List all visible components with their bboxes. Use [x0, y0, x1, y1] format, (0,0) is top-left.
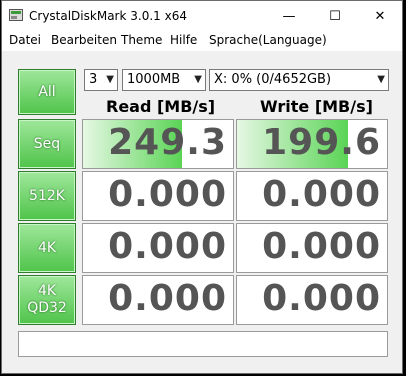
4k-read-value: 0.000: [108, 226, 227, 267]
4k-qd32-write-value: 0.000: [262, 278, 381, 319]
minimize-button[interactable]: —: [266, 1, 312, 31]
4k-qd32-test-button[interactable]: 4K QD32: [18, 275, 76, 325]
drive-select[interactable]: X: 0% (0/4652GB) ▼: [209, 69, 389, 91]
512k-test-button[interactable]: 512K: [18, 171, 76, 221]
4k-write-cell: 0.000: [236, 223, 388, 273]
chevron-down-icon: ▼: [377, 74, 385, 85]
title-bar[interactable]: CrystalDiskMark 3.0.1 x64 — ☐ ✕: [2, 1, 402, 31]
menu-hilfe[interactable]: Hilfe: [170, 33, 197, 47]
menu-sprache[interactable]: Sprache(Language): [209, 33, 327, 47]
drive-value: X: 0% (0/4652GB): [214, 72, 332, 87]
chevron-down-icon: ▼: [106, 74, 114, 85]
4k-test-button[interactable]: 4K: [18, 223, 76, 273]
seq-test-button[interactable]: Seq: [18, 119, 76, 169]
seq-label: Seq: [33, 135, 61, 152]
seq-write-value: 199.6: [262, 122, 381, 163]
seq-read-value: 249.3: [108, 122, 227, 163]
test-size-value: 1000MB: [127, 72, 181, 87]
4k-qd32-read-cell: 0.000: [82, 275, 234, 325]
status-bar: [18, 331, 388, 357]
app-window: CrystalDiskMark 3.0.1 x64 — ☐ ✕ Datei Be…: [1, 0, 403, 374]
test-count-select[interactable]: 3 ▼: [84, 69, 118, 91]
app-icon: [9, 9, 23, 21]
all-button[interactable]: All: [18, 69, 76, 115]
menu-theme[interactable]: Theme: [121, 33, 162, 47]
test-count-value: 3: [89, 72, 98, 87]
seq-write-cell: 199.6: [236, 119, 388, 169]
menu-bar: Datei Bearbeiten Theme Hilfe Sprache(Lan…: [2, 31, 402, 51]
4k-qd32-label: 4K QD32: [27, 283, 67, 316]
maximize-button[interactable]: ☐: [312, 1, 358, 31]
4k-write-value: 0.000: [262, 226, 381, 267]
512k-write-value: 0.000: [262, 174, 381, 215]
512k-read-cell: 0.000: [82, 171, 234, 221]
chevron-down-icon: ▼: [194, 74, 202, 85]
window-title: CrystalDiskMark 3.0.1 x64: [29, 9, 187, 23]
test-size-select[interactable]: 1000MB ▼: [122, 69, 206, 91]
read-header: Read [MB/s]: [106, 97, 216, 116]
write-header: Write [MB/s]: [260, 97, 373, 116]
4k-read-cell: 0.000: [82, 223, 234, 273]
4k-qd32-write-cell: 0.000: [236, 275, 388, 325]
menu-datei[interactable]: Datei: [9, 33, 41, 47]
4k-qd32-read-value: 0.000: [108, 278, 227, 319]
512k-write-cell: 0.000: [236, 171, 388, 221]
512k-label: 512K: [29, 187, 65, 204]
4k-label: 4K: [37, 239, 57, 256]
menu-bearbeiten[interactable]: Bearbeiten: [51, 33, 117, 47]
close-button[interactable]: ✕: [357, 1, 403, 31]
seq-read-cell: 249.3: [82, 119, 234, 169]
all-button-label: All: [38, 83, 56, 100]
512k-read-value: 0.000: [108, 174, 227, 215]
